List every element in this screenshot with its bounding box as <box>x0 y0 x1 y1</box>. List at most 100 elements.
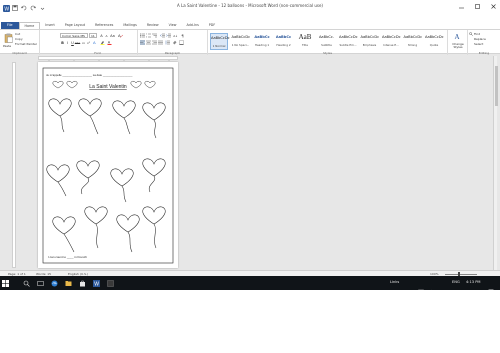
tab-references[interactable]: References <box>90 22 118 29</box>
volume-icon[interactable] <box>428 280 434 290</box>
restore-icon[interactable] <box>472 1 482 11</box>
heart-balloon <box>84 206 108 225</box>
shading-icon[interactable] <box>172 40 177 45</box>
font-color-icon[interactable]: A <box>107 40 112 45</box>
style-sample: AaB <box>298 33 312 41</box>
start-windows-icon[interactable] <box>1 279 9 287</box>
style-tile[interactable]: AaBbCcDc Emphasis <box>360 33 380 50</box>
tab-insert[interactable]: Insert <box>40 22 59 29</box>
highlight-icon[interactable] <box>100 40 105 45</box>
replace-button[interactable]: Replace <box>474 37 486 41</box>
style-sample: AaBbCcDc <box>360 35 380 39</box>
store-icon[interactable] <box>78 279 86 287</box>
file-explorer-icon[interactable] <box>64 279 72 287</box>
balloon-string <box>153 119 157 139</box>
app-taskbar-icon[interactable] <box>106 279 114 287</box>
sort-icon[interactable]: A↓ <box>173 33 178 38</box>
change-case-icon[interactable]: Aa <box>110 33 115 38</box>
heart-balloon <box>112 100 136 119</box>
document-page[interactable]: Je m'appelle ___________________ La date… <box>38 62 178 268</box>
line-spacing-icon[interactable] <box>165 40 170 45</box>
tray-links[interactable]: Links <box>390 280 399 284</box>
close-icon[interactable] <box>488 1 498 11</box>
style-sample: AaBbCcDc <box>211 36 230 40</box>
font-group: Comic Sans MS 11 A A Aa A B I U abc x₂ x… <box>58 30 138 55</box>
superscript-icon[interactable]: x² <box>86 40 91 45</box>
shrink-font-icon[interactable]: A <box>104 33 109 38</box>
style-tile[interactable]: AaBbCcDc 1 Normal <box>210 33 230 50</box>
word-taskbar-icon[interactable]: W <box>92 279 100 287</box>
find-icon <box>469 31 473 36</box>
change-styles-label[interactable]: Change Styles <box>449 42 467 49</box>
style-tile[interactable]: AaBbCcDc Strong <box>403 33 423 50</box>
edge-icon[interactable] <box>50 279 58 287</box>
paste-icon[interactable] <box>3 32 13 43</box>
network-icon[interactable] <box>418 280 424 290</box>
scroll-thumb[interactable] <box>494 66 498 106</box>
style-tile[interactable]: AaBbCc Heading 1 <box>253 33 271 50</box>
small-heart <box>130 80 142 89</box>
vertical-ruler[interactable] <box>12 62 16 268</box>
numbering-icon[interactable]: 12 <box>146 33 151 38</box>
chevron-up-icon[interactable] <box>408 280 414 286</box>
tab-page-layout[interactable]: Page Layout <box>60 22 90 29</box>
font-size-select[interactable]: 11 <box>89 33 97 38</box>
font-name-select[interactable]: Comic Sans MS <box>60 33 88 38</box>
borders-icon[interactable] <box>179 40 184 45</box>
style-tile[interactable]: AaBbCcDc Quote <box>425 33 444 50</box>
align-left-icon[interactable] <box>140 40 145 45</box>
style-sample: AaBbCcDc <box>403 35 423 39</box>
paste-label[interactable]: Paste <box>3 44 11 48</box>
tab-add-ins[interactable]: Add-Ins <box>181 22 203 29</box>
style-tile[interactable]: AaBbCc Heading 2 <box>275 33 293 50</box>
style-tile[interactable]: AaBbCcDc Subtle Em... <box>339 33 358 50</box>
vertical-scrollbar[interactable] <box>493 56 498 270</box>
decrease-indent-icon[interactable] <box>160 33 165 38</box>
tab-mailings[interactable]: Mailings <box>118 22 142 29</box>
increase-indent-icon[interactable] <box>166 33 171 38</box>
format-painter-button[interactable]: Format Painter <box>15 42 37 46</box>
align-center-icon[interactable] <box>146 40 151 45</box>
show-marks-icon[interactable]: ¶ <box>180 33 185 38</box>
clipboard-group: Paste Cut Copy Format Painter Clipboard <box>0 30 40 55</box>
zoom-slider[interactable] <box>445 273 477 275</box>
svg-text:A: A <box>455 33 460 41</box>
style-tile[interactable]: AaBbCc. Subtitle <box>318 33 336 50</box>
clear-formatting-icon[interactable]: A <box>118 33 123 38</box>
search-icon[interactable] <box>22 279 30 287</box>
align-right-icon[interactable] <box>152 40 157 45</box>
style-tile[interactable]: AaBbCcDc 1 No Spaci... <box>232 33 251 50</box>
tab-review[interactable]: Review <box>142 22 164 29</box>
copy-button[interactable]: Copy <box>15 37 23 41</box>
tab-view[interactable]: View <box>164 22 182 29</box>
multilevel-list-icon[interactable] <box>152 33 157 38</box>
style-name: Heading 1 <box>254 43 270 47</box>
change-styles-icon[interactable]: A <box>454 32 463 41</box>
battery-icon[interactable] <box>438 280 444 286</box>
tab-pdf[interactable]: PDF <box>204 22 220 29</box>
justify-icon[interactable] <box>158 40 163 45</box>
style-name: 1 Normal <box>212 44 226 48</box>
cut-button[interactable]: Cut <box>15 32 20 36</box>
styles-group-label: Styles <box>322 51 333 55</box>
find-button[interactable]: Find <box>474 32 480 36</box>
strikethrough-icon[interactable]: abc <box>75 40 80 45</box>
svg-text:A: A <box>93 40 96 45</box>
select-button[interactable]: Select <box>474 42 483 46</box>
tab-file[interactable]: File <box>1 22 19 29</box>
clock[interactable]: 4:13 PM <box>466 280 480 284</box>
heart-balloons <box>46 98 166 253</box>
horizontal-ruler[interactable] <box>38 56 178 61</box>
style-tile[interactable]: AaBbCcDc Intense E... <box>382 33 401 50</box>
balloon-string <box>95 223 99 249</box>
small-heart <box>52 80 64 89</box>
minimize-icon[interactable] <box>456 1 466 11</box>
style-tile[interactable]: AaB Title <box>296 33 314 50</box>
text-effects-icon[interactable]: A <box>93 40 98 45</box>
notifications-icon[interactable] <box>488 280 494 290</box>
task-view-icon[interactable] <box>36 279 44 287</box>
tab-home[interactable]: Home <box>18 22 41 29</box>
bullets-icon[interactable] <box>140 33 145 38</box>
input-language[interactable]: ENG <box>452 280 460 284</box>
style-sample: AaBbCcDc <box>382 35 401 39</box>
